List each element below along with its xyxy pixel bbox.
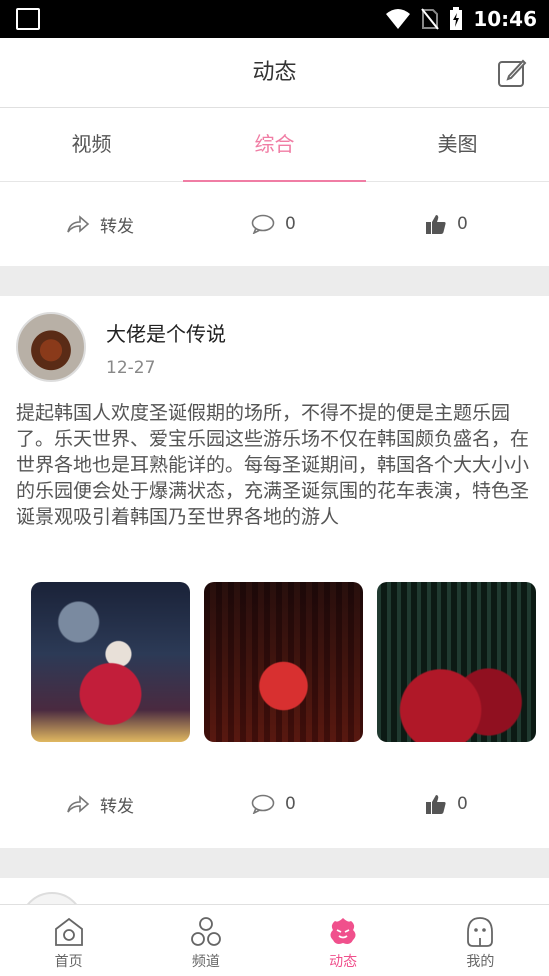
comment-count: 0 xyxy=(285,214,296,234)
nav-channel-label: 频道 xyxy=(191,954,220,970)
tab-pictures[interactable]: 美图 xyxy=(366,108,549,181)
photo-thumbnail[interactable] xyxy=(377,582,536,742)
status-time: 10:46 xyxy=(473,7,537,31)
post-text: 提起韩国人欢度圣诞假期的场所，不得不提的便是主题乐园了。乐天世界、爱宝乐园这些游… xyxy=(16,402,530,528)
thumbs-up-icon xyxy=(426,795,446,814)
nav-home-label: 首页 xyxy=(54,954,83,970)
nav-feed-label: 动态 xyxy=(329,954,358,970)
nav-channel[interactable]: 频道 xyxy=(137,905,274,976)
comment-icon xyxy=(251,794,275,814)
post-card xyxy=(0,878,549,956)
notification-icon xyxy=(16,8,40,30)
nav-feed[interactable]: 动态 xyxy=(275,905,412,976)
comment-count: 0 xyxy=(285,794,296,814)
share-label: 转发 xyxy=(100,796,134,817)
post-date: 12-27 xyxy=(106,358,156,378)
post-card: 大佬是个传说 12-27 提起韩国人欢度圣诞假期的场所，不得不提的便是主题乐园了… xyxy=(0,296,549,848)
like-count: 0 xyxy=(457,794,468,814)
bottom-nav: 首页 频道 动态 我的 xyxy=(0,904,549,976)
channel-icon xyxy=(190,917,221,946)
post-actions: 转发 0 0 xyxy=(0,182,549,266)
comment-button[interactable]: 0 xyxy=(251,214,296,234)
tab-general[interactable]: 综合 xyxy=(183,108,366,182)
post-author[interactable]: 大佬是个传说 xyxy=(106,318,226,347)
share-label: 转发 xyxy=(100,216,134,237)
like-button[interactable]: 0 xyxy=(425,213,468,235)
thumbs-up-icon xyxy=(426,215,446,234)
post-actions: 转发 0 0 xyxy=(0,762,549,846)
share-icon xyxy=(67,795,90,813)
comment-icon xyxy=(251,214,275,234)
share-button[interactable]: 转发 xyxy=(66,212,134,237)
nav-home[interactable]: 首页 xyxy=(0,905,137,976)
profile-icon xyxy=(467,917,494,947)
nav-profile[interactable]: 我的 xyxy=(412,905,549,976)
share-icon xyxy=(67,215,90,233)
tab-video[interactable]: 视频 xyxy=(0,108,183,181)
tab-bar: 视频 综合 美图 xyxy=(0,108,549,182)
edit-icon[interactable] xyxy=(497,58,527,88)
photo-thumbnail[interactable] xyxy=(31,582,190,742)
avatar[interactable] xyxy=(16,312,86,382)
flower-icon xyxy=(330,918,356,944)
like-count: 0 xyxy=(457,214,468,234)
page-title: 动态 xyxy=(252,60,297,85)
share-button[interactable]: 转发 xyxy=(66,792,134,817)
post-card: 转发 0 0 xyxy=(0,182,549,266)
status-bar: 10:46 xyxy=(0,0,549,38)
no-sim-icon xyxy=(421,8,440,30)
wifi-icon xyxy=(386,9,411,29)
home-icon xyxy=(54,917,83,946)
comment-button[interactable]: 0 xyxy=(251,794,296,814)
nav-profile-label: 我的 xyxy=(466,954,495,970)
like-button[interactable]: 0 xyxy=(425,793,468,815)
photo-thumbnail[interactable] xyxy=(204,582,363,742)
top-header: 动态 xyxy=(0,38,549,108)
battery-icon xyxy=(450,7,463,30)
post-photos xyxy=(31,582,549,742)
